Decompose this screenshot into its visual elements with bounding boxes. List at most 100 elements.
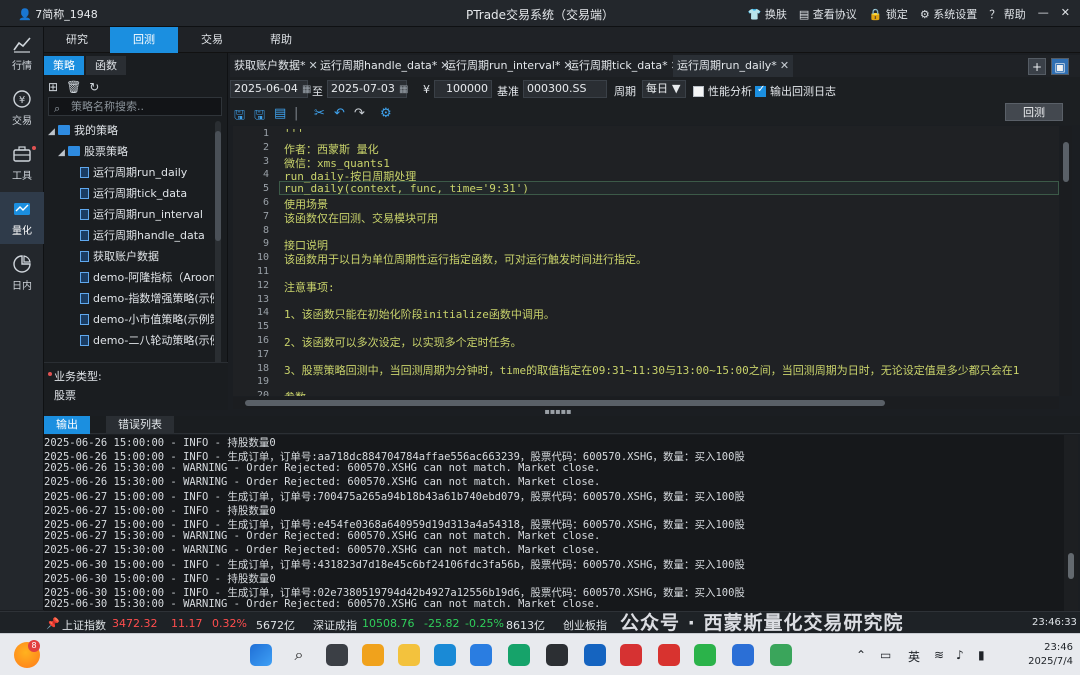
rail-item-trade[interactable]: ¥ 交易 bbox=[0, 82, 44, 134]
tree-item[interactable]: 运行周期run_interval bbox=[80, 204, 203, 225]
add-icon[interactable]: ⊞ bbox=[48, 80, 58, 94]
tab-strategies[interactable]: 策略 bbox=[44, 56, 84, 75]
cut-icon[interactable]: ✂ bbox=[314, 106, 325, 121]
tree-item[interactable]: demo-指数增强策略(示例) bbox=[80, 288, 214, 309]
wechat-icon[interactable] bbox=[694, 644, 716, 666]
rail-item-tools[interactable]: 工具 bbox=[0, 137, 44, 189]
code-editor[interactable]: 1 2 3 4 5 6 7 8 9 10 11 12 13 14 15 16 17 18 19 20 ''' 作者：西蒙… bbox=[233, 126, 1059, 396]
tree-item[interactable]: demo-二八轮动策略(示例) bbox=[80, 330, 214, 351]
app-dark-icon[interactable] bbox=[546, 644, 568, 666]
help-button[interactable]: ？ 帮助 bbox=[989, 6, 1026, 22]
tree-item[interactable]: 获取账户数据 bbox=[80, 246, 159, 267]
file-tab[interactable]: 运行周期tick_data*✕ bbox=[564, 55, 684, 77]
log-scrollbar[interactable] bbox=[1064, 435, 1078, 611]
run-backtest-button[interactable]: 回测 bbox=[1005, 103, 1063, 121]
wifi-icon[interactable]: ≋ bbox=[934, 648, 944, 662]
strategy-search-input[interactable]: ⌕ 策略名称搜索.. bbox=[48, 97, 222, 116]
cy-index-name[interactable]: 创业板指 bbox=[563, 617, 607, 633]
tree-scrollbar[interactable] bbox=[215, 121, 221, 399]
layout-button[interactable]: ▣ bbox=[1051, 58, 1069, 75]
edge-dev-icon[interactable] bbox=[470, 644, 492, 666]
rail-item-quant[interactable]: 量化 bbox=[0, 192, 44, 244]
period-select[interactable]: 每日 ▼ bbox=[642, 80, 686, 98]
tree-item-stock-strategies[interactable]: ◢ 股票策略 bbox=[58, 141, 128, 162]
refresh-icon[interactable]: ↻ bbox=[89, 80, 99, 94]
business-type-value[interactable]: 股票 bbox=[54, 387, 76, 403]
ptrade-icon[interactable] bbox=[732, 644, 754, 666]
task-view-icon[interactable] bbox=[326, 644, 348, 666]
add-tab-button[interactable]: + bbox=[1028, 58, 1046, 75]
tree-item[interactable]: 运行周期run_daily bbox=[80, 162, 187, 183]
save-as-icon[interactable]: 🖫 bbox=[254, 106, 265, 128]
sz-index-change: -25.82 bbox=[424, 617, 460, 630]
undo-icon[interactable]: ↶ bbox=[334, 106, 345, 121]
lock-button[interactable]: 🔒 锁定 bbox=[869, 6, 908, 22]
gear-icon[interactable]: ⚙ bbox=[380, 106, 392, 121]
output-log-checkbox[interactable]: 输出回测日志 bbox=[755, 83, 836, 99]
display-icon[interactable]: ▭ bbox=[880, 648, 891, 662]
close-button[interactable]: ✕ bbox=[1061, 6, 1070, 22]
search-icon[interactable]: ⌕ bbox=[288, 644, 310, 666]
notify-dot bbox=[32, 146, 36, 150]
edge-icon[interactable] bbox=[434, 644, 456, 666]
tree-item[interactable]: 运行周期handle_data bbox=[80, 225, 205, 246]
sh-index-name[interactable]: 上证指数 bbox=[62, 617, 106, 633]
tree-item[interactable]: demo-小市值策略(示例策略) bbox=[80, 309, 214, 330]
battery-icon[interactable]: ▮ bbox=[978, 648, 985, 662]
tree-item-my-strategies[interactable]: ◢ 我的策略 bbox=[48, 120, 118, 141]
strategy-panel: 策略 函数 ⊞ 🗑 ↻ ⌕ 策略名称搜索.. ◢ 我的策略 ◢ 股票策略 运行周期r… bbox=[44, 53, 228, 410]
code-line: 2、该函数可以多次设定，以实现多个定时任务。 bbox=[284, 336, 522, 349]
skin-button[interactable]: 👕 换肤 bbox=[748, 6, 787, 22]
rail-item-intraday[interactable]: 日内 bbox=[0, 247, 44, 299]
tree-item[interactable]: 运行周期tick_data bbox=[80, 183, 187, 204]
line-number: 13 bbox=[256, 293, 269, 305]
output-log[interactable]: 2025-06-26 15:00:00 - INFO - 持股数量0 2025-0… bbox=[44, 435, 1064, 611]
delete-icon[interactable]: 🗑 bbox=[66, 80, 81, 94]
perf-analysis-checkbox[interactable]: 性能分析 bbox=[693, 83, 752, 99]
user-name[interactable]: 👤 7简称_1948 bbox=[18, 6, 98, 22]
capital-input[interactable]: 100000 bbox=[434, 80, 492, 98]
app-monitor-icon[interactable] bbox=[770, 644, 792, 666]
file-tab-active[interactable]: 运行周期run_daily* ✕ bbox=[673, 55, 794, 77]
rail-item-market[interactable]: 行情 bbox=[0, 27, 44, 79]
log-line: 2025-06-26 15:30:00 - WARNING - Order Re… bbox=[44, 462, 601, 475]
tab-functions[interactable]: 函数 bbox=[86, 56, 126, 75]
sz-index-name[interactable]: 深证成指 bbox=[313, 617, 357, 633]
tab-backtest[interactable]: 回测 bbox=[110, 27, 178, 53]
tree-item[interactable]: demo-阿隆指标（Aroon） bbox=[80, 267, 214, 288]
start-icon[interactable] bbox=[250, 644, 272, 666]
save-icon[interactable]: 🖫 bbox=[234, 106, 245, 128]
file-tab[interactable]: 运行周期handle_data* ✕ bbox=[316, 55, 454, 77]
editor-vertical-scrollbar[interactable] bbox=[1060, 126, 1072, 396]
file-explorer-icon[interactable] bbox=[398, 644, 420, 666]
tab-research[interactable]: 研究 bbox=[44, 27, 110, 53]
benchmark-input[interactable]: 000300.SS bbox=[523, 80, 607, 98]
protocol-button[interactable]: ▤ 查看协议 bbox=[799, 6, 857, 22]
volume-icon[interactable]: ♪ bbox=[956, 648, 964, 662]
wps-icon[interactable] bbox=[620, 644, 642, 666]
outlook-icon[interactable] bbox=[584, 644, 606, 666]
separator-icon: | bbox=[294, 106, 299, 121]
widgets-icon[interactable] bbox=[362, 644, 384, 666]
tab-error-list[interactable]: 错误列表 bbox=[106, 416, 174, 434]
tab-help[interactable]: 帮助 bbox=[246, 27, 316, 53]
splitter-handle[interactable]: ▪▪▪▪▪ bbox=[540, 408, 576, 416]
file-tab[interactable]: 获取账户数据* ✕ bbox=[230, 55, 322, 77]
chevron-up-icon[interactable]: ⌃ bbox=[856, 648, 866, 662]
input-lang[interactable]: 英 bbox=[908, 648, 920, 665]
settings-button[interactable]: ⚙ 系统设置 bbox=[920, 6, 977, 22]
code-line: 该函数仅在回测、交易模块可用 bbox=[284, 211, 438, 225]
redo-icon[interactable]: ↷ bbox=[354, 106, 365, 121]
system-clock[interactable]: 23:46 2025/7/4 bbox=[1003, 641, 1073, 669]
tab-trade[interactable]: 交易 bbox=[178, 27, 246, 53]
tab-output[interactable]: 输出 bbox=[44, 416, 90, 434]
file-tab[interactable]: 运行周期run_interval* ✕ bbox=[441, 55, 577, 77]
minimize-button[interactable]: — bbox=[1038, 6, 1049, 22]
pin-icon[interactable]: 📌 bbox=[46, 617, 60, 630]
end-date-field[interactable]: 2025-07-03 ▦ bbox=[327, 80, 408, 98]
save-all-icon[interactable]: ▤ bbox=[274, 106, 286, 121]
app-green-icon[interactable] bbox=[508, 644, 530, 666]
editor-horizontal-scrollbar[interactable] bbox=[233, 397, 1059, 409]
start-date-field[interactable]: 2025-06-04 ▦ bbox=[230, 80, 311, 98]
app-red-icon[interactable] bbox=[658, 644, 680, 666]
